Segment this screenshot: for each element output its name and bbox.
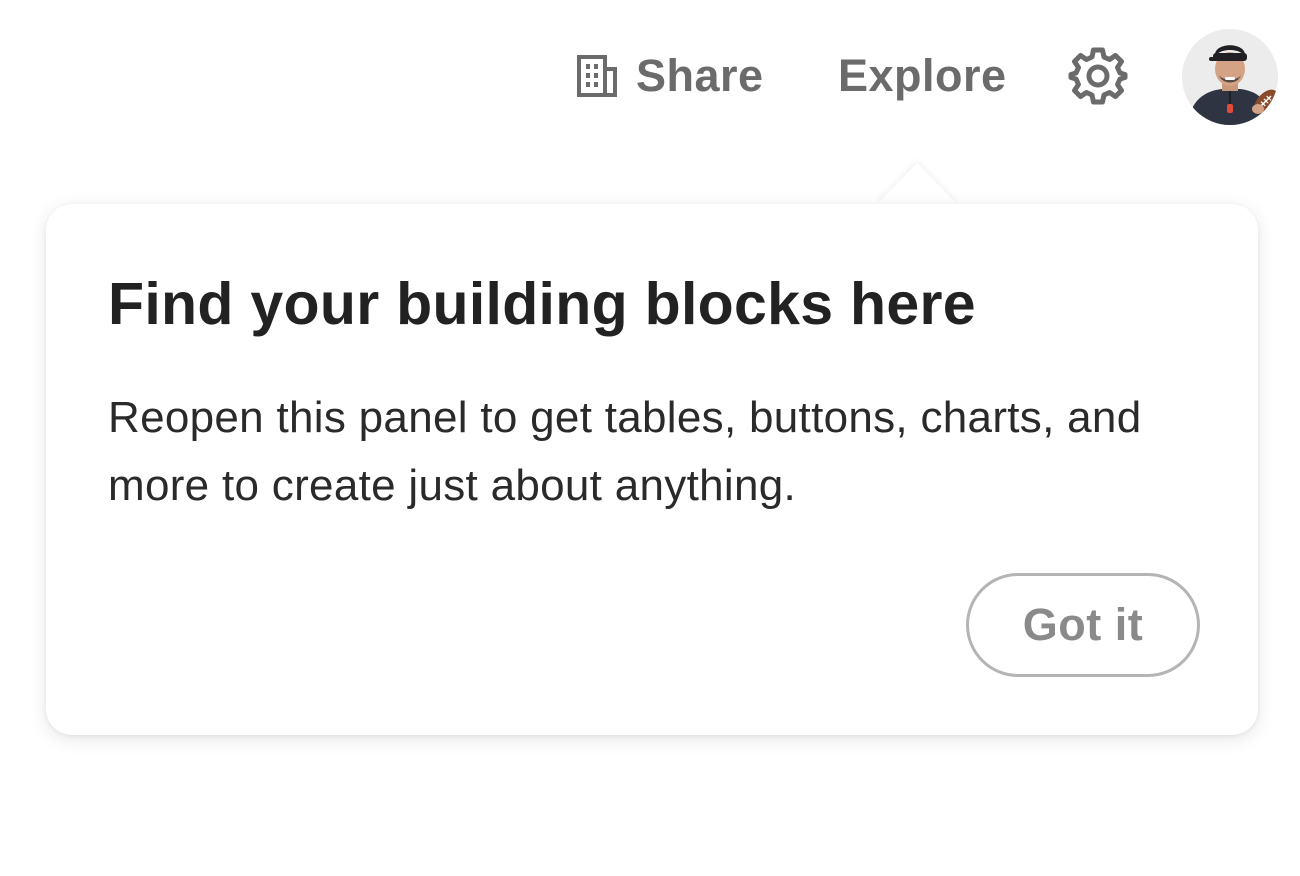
gear-icon [1068,47,1128,105]
popover-arrow [876,163,958,205]
popover-description: Reopen this panel to get tables, buttons… [108,393,1142,510]
building-icon [577,55,617,97]
page: Share Explore Find your building blocks … [0,0,1300,876]
settings-button[interactable] [1068,46,1128,106]
got-it-button[interactable]: Got it [966,573,1200,677]
share-button[interactable]: Share [576,48,764,104]
top-navigation: Share Explore [0,0,1300,150]
share-label: Share [636,50,764,101]
onboarding-popover: Find your building blocks here Reopen th… [46,204,1258,735]
popover-title: Find your building blocks here [108,271,976,337]
user-avatar[interactable] [1182,29,1278,125]
explore-button[interactable]: Explore [838,48,1007,104]
avatar-illustration [1182,29,1278,125]
